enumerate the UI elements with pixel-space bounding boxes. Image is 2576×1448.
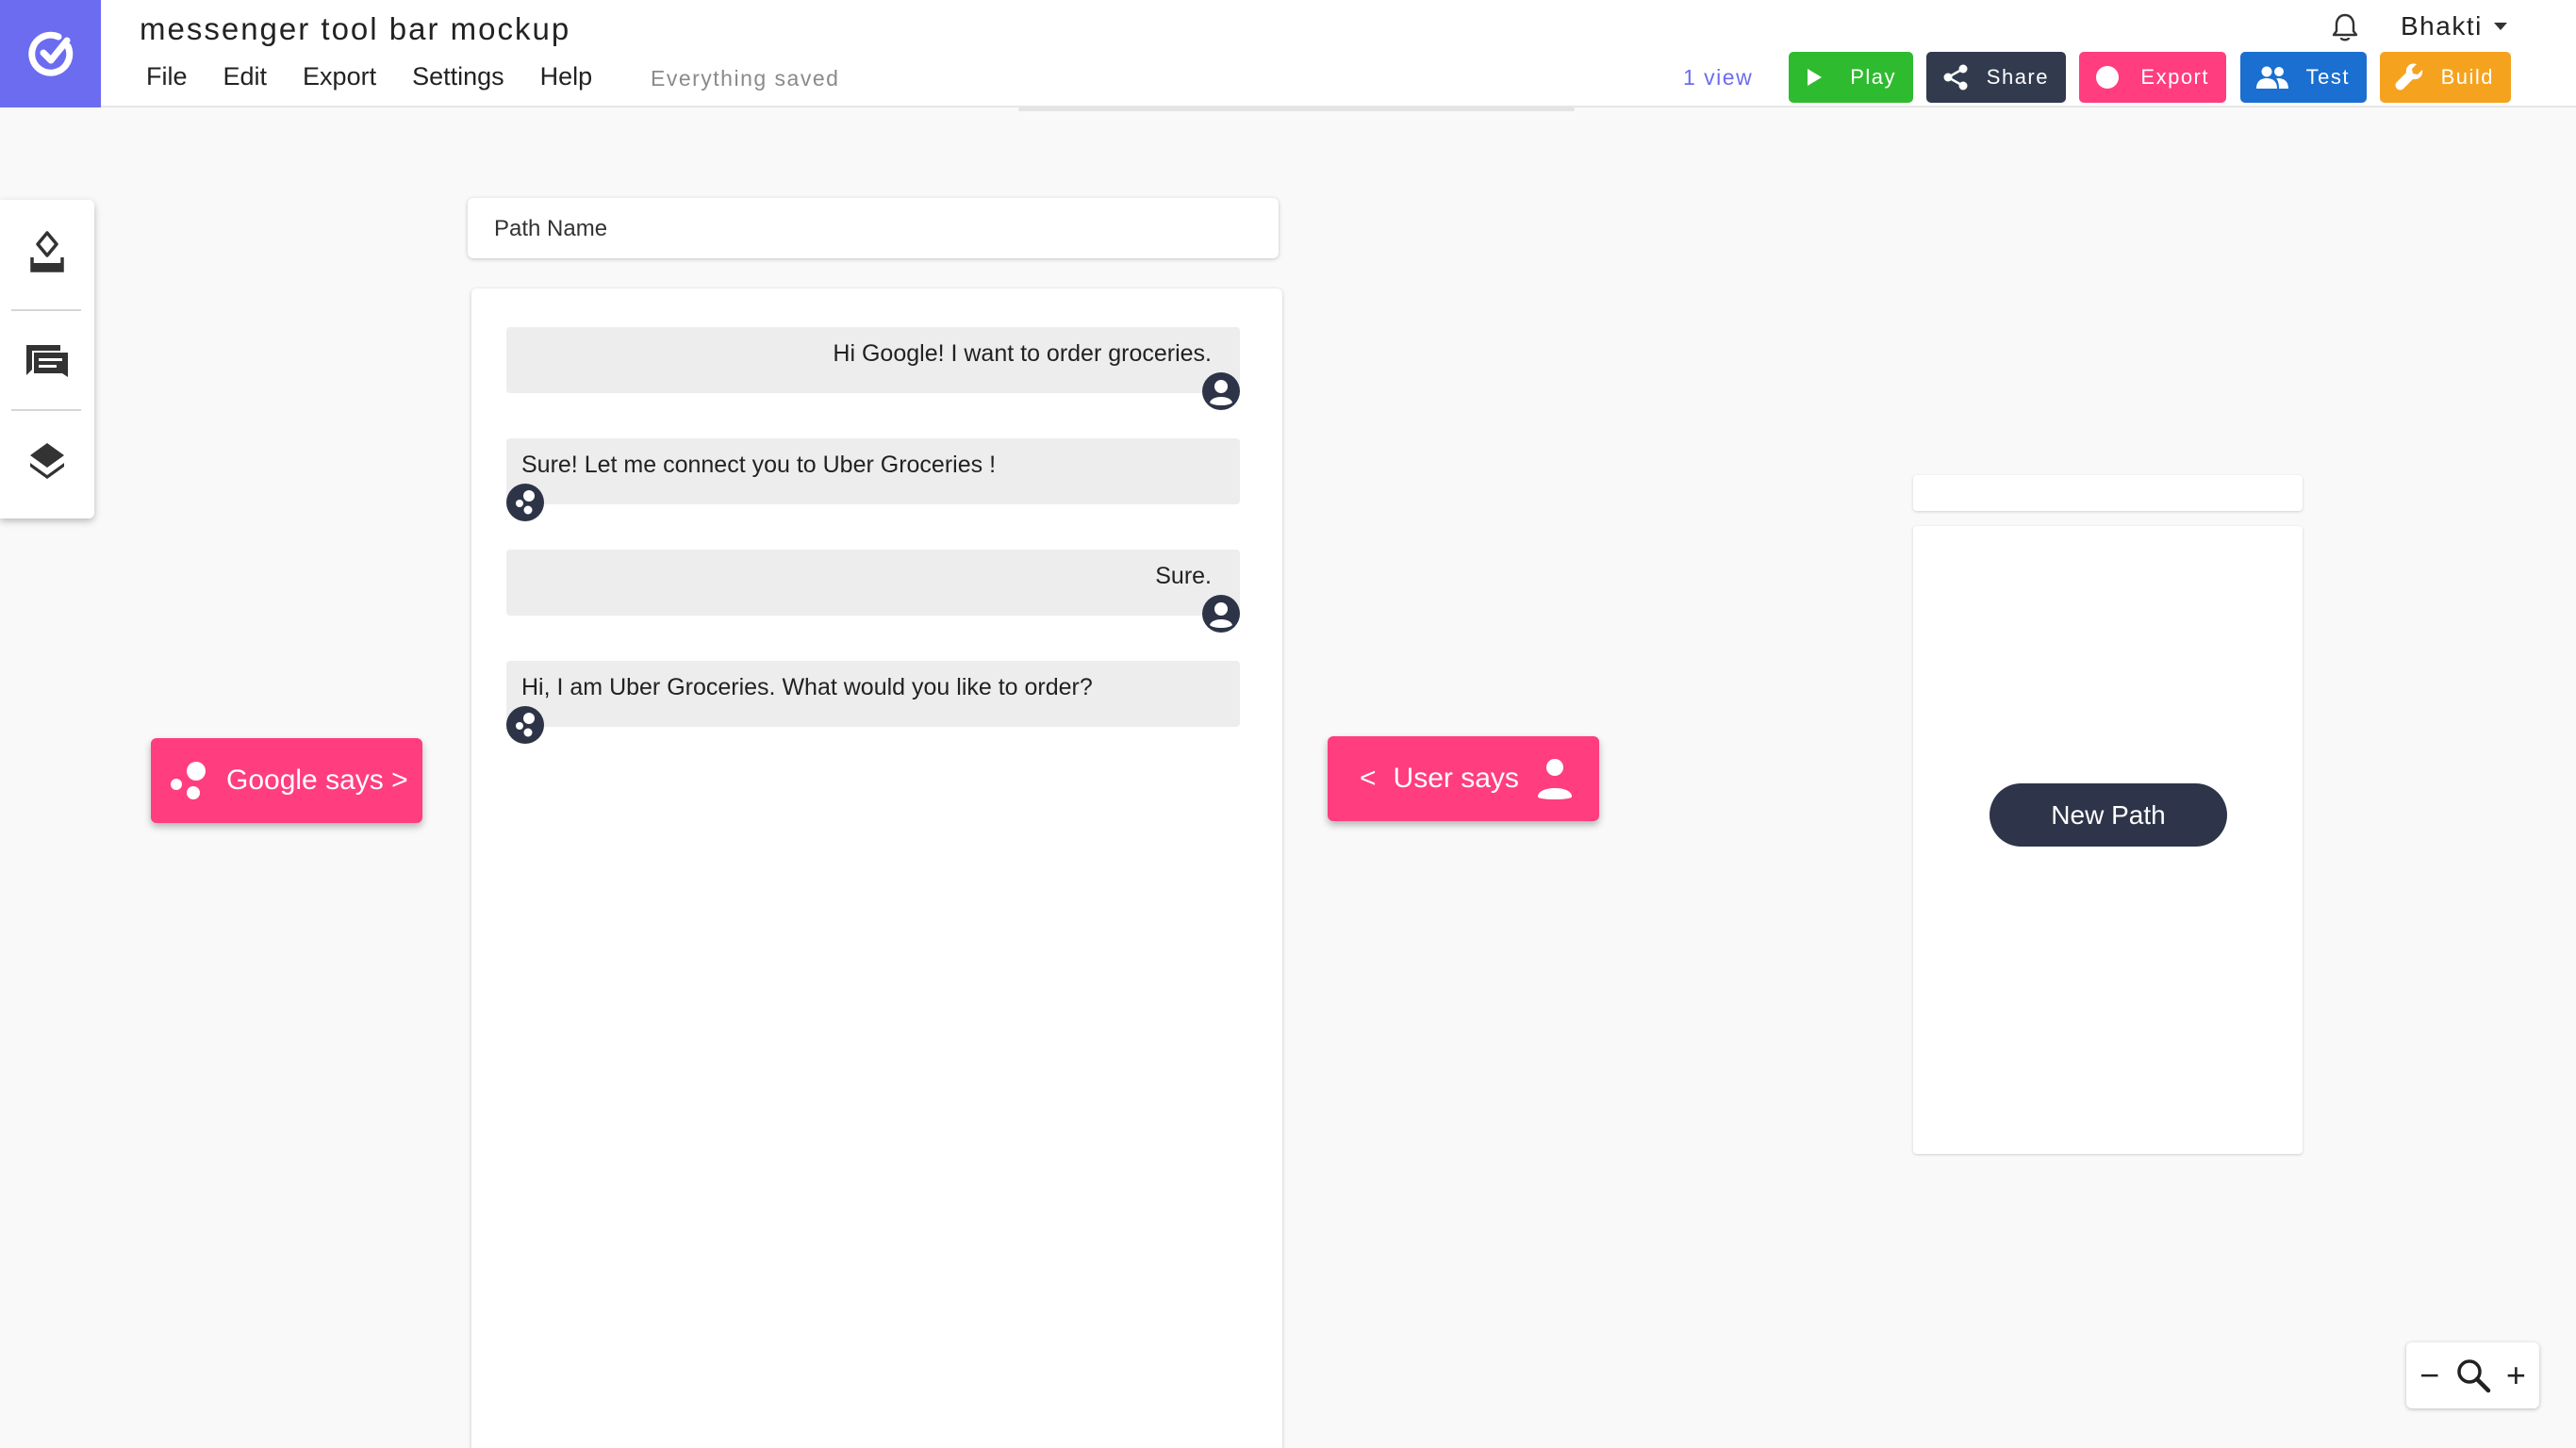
- conversation-panel: Hi Google! I want to order groceries. Su…: [471, 288, 1282, 1448]
- view-count[interactable]: 1 view: [1683, 65, 1753, 90]
- message-text: Sure.: [1155, 563, 1212, 589]
- user-says-prefix: <: [1360, 763, 1377, 794]
- new-path-header: [1913, 475, 2303, 511]
- message-assistant[interactable]: Sure! Let me connect you to Uber Groceri…: [506, 438, 1240, 504]
- google-says-label: Google says >: [226, 765, 408, 796]
- export-button[interactable]: Export: [2079, 52, 2226, 103]
- tool-eraser[interactable]: [13, 207, 81, 298]
- search-icon[interactable]: [2455, 1358, 2491, 1393]
- message-text: Sure! Let me connect you to Uber Groceri…: [521, 452, 997, 478]
- save-status: Everything saved: [651, 66, 840, 90]
- message-assistant[interactable]: Hi, I am Uber Groceries. What would you …: [506, 661, 1240, 727]
- build-button[interactable]: Build: [2380, 52, 2511, 103]
- share-label: Share: [1986, 65, 2049, 89]
- people-icon: [2256, 66, 2288, 89]
- assistant-dots-icon: [171, 762, 206, 799]
- assistant-dots-icon: [506, 484, 544, 521]
- assistant-dots-icon: [506, 706, 544, 744]
- user-name: Bhakti: [2401, 11, 2483, 41]
- zoom-control: − +: [2406, 1342, 2539, 1408]
- document-title[interactable]: messenger tool bar mockup: [140, 11, 570, 47]
- menu-bar: File Edit Export Settings Help: [146, 62, 592, 91]
- message-text: Hi Google! I want to order groceries.: [833, 340, 1212, 367]
- tool-divider: [11, 409, 81, 411]
- tool-chat[interactable]: [13, 315, 81, 405]
- eraser-icon: [30, 231, 64, 272]
- user-menu[interactable]: Bhakti: [2401, 11, 2509, 41]
- wrench-icon: [2395, 63, 2423, 90]
- build-label: Build: [2440, 65, 2494, 89]
- user-says-label: User says: [1393, 763, 1519, 794]
- play-icon: [1808, 69, 1822, 86]
- share-button[interactable]: Share: [1926, 52, 2066, 103]
- check-circle-logo-icon: [27, 31, 73, 76]
- tool-layers[interactable]: [13, 415, 81, 505]
- menu-help[interactable]: Help: [540, 62, 593, 91]
- test-label: Test: [2305, 65, 2350, 89]
- export-label: Export: [2140, 65, 2209, 89]
- menu-export[interactable]: Export: [303, 62, 376, 91]
- person-icon: [1537, 759, 1572, 799]
- menu-edit[interactable]: Edit: [223, 62, 268, 91]
- top-divider: [1018, 107, 1575, 111]
- user-says-button[interactable]: < User says: [1328, 736, 1599, 821]
- message-text: Hi, I am Uber Groceries. What would you …: [521, 674, 1093, 700]
- menu-settings[interactable]: Settings: [412, 62, 504, 91]
- user-avatar-icon: [1202, 372, 1240, 410]
- bell-icon[interactable]: [2329, 11, 2361, 43]
- menu-file[interactable]: File: [146, 62, 188, 91]
- tool-divider: [11, 309, 81, 311]
- zoom-out-button[interactable]: −: [2419, 1358, 2439, 1392]
- new-path-button[interactable]: New Path: [1990, 783, 2227, 847]
- play-button[interactable]: Play: [1789, 52, 1913, 103]
- share-icon: [1943, 64, 1968, 90]
- record-dot-icon: [2096, 66, 2119, 89]
- test-button[interactable]: Test: [2240, 52, 2367, 103]
- user-avatar-icon: [1202, 595, 1240, 633]
- zoom-in-button[interactable]: +: [2506, 1358, 2526, 1392]
- chevron-down-icon: [2493, 23, 2507, 30]
- google-says-button[interactable]: Google says >: [151, 738, 422, 823]
- path-name-input[interactable]: Path Name: [468, 198, 1279, 258]
- message-user[interactable]: Sure.: [506, 550, 1240, 616]
- top-bar: messenger tool bar mockup File Edit Expo…: [0, 0, 2576, 107]
- chat-icon: [26, 345, 68, 377]
- left-toolbar: [0, 200, 94, 518]
- play-label: Play: [1850, 65, 1896, 89]
- layers-icon: [30, 443, 64, 479]
- message-user[interactable]: Hi Google! I want to order groceries.: [506, 327, 1240, 393]
- app-logo[interactable]: [0, 0, 101, 107]
